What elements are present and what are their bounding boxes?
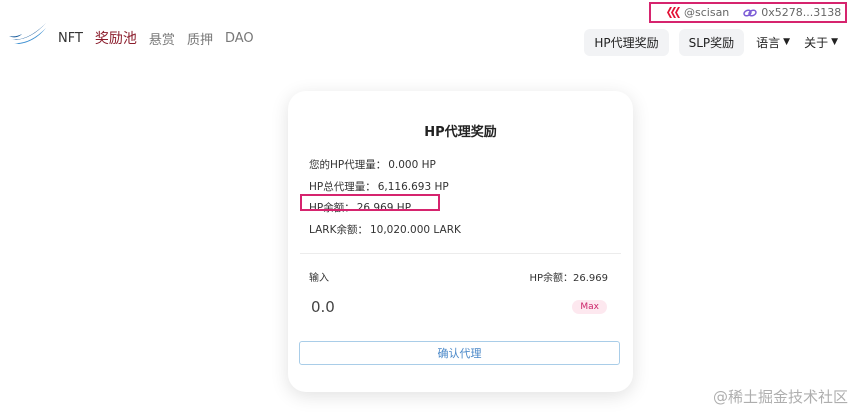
max-button[interactable]: Max (572, 300, 607, 314)
stat-lark-balance: LARK余额： 10,020.000 LARK (309, 222, 461, 237)
nav-right: HP代理奖励 SLP奖励 语言 ▼ 关于 ▼ (584, 29, 840, 56)
stat-value: 0.000 HP (388, 159, 436, 171)
card-title: HP代理奖励 (424, 125, 497, 140)
divider (300, 253, 621, 254)
hp-reward-button[interactable]: HP代理奖励 (584, 29, 669, 56)
hp-delegation-card: HP代理奖励 您的HP代理量： 0.000 HP HP总代理量： 6,116.693… (288, 91, 633, 392)
stat-total-delegation: HP总代理量： 6,116.693 HP (309, 179, 449, 194)
hive-icon (667, 7, 680, 18)
confirm-delegation-button[interactable]: 确认代理 (299, 341, 620, 365)
nav-item-staking[interactable]: 质押 (187, 29, 213, 48)
hp-balance-highlight (300, 194, 440, 211)
nav-item-dao[interactable]: DAO (225, 31, 254, 46)
about-label: 关于 (804, 36, 829, 50)
about-dropdown[interactable]: 关于 ▼ (802, 34, 840, 51)
caret-down-icon: ▼ (783, 37, 791, 47)
language-dropdown[interactable]: 语言 ▼ (754, 34, 792, 51)
logo-icon[interactable] (8, 22, 48, 48)
watermark: @稀土掘金技术社区 (712, 388, 848, 406)
stat-my-delegation: 您的HP代理量： 0.000 HP (309, 157, 436, 172)
stat-label: HP总代理量： (309, 181, 376, 193)
chain-link-icon (743, 8, 757, 18)
stat-value: 6,116.693 HP (377, 181, 449, 193)
input-label: 输入 (309, 273, 329, 284)
slp-reward-button[interactable]: SLP奖励 (678, 29, 745, 56)
amount-input[interactable] (309, 297, 563, 317)
language-label: 语言 (756, 36, 781, 50)
main-nav: NFT 奖励池 悬赏 质押 DAO (58, 28, 254, 48)
nav-item-nft[interactable]: NFT (58, 31, 83, 46)
stat-value: 10,020.000 LARK (369, 224, 461, 236)
caret-down-icon: ▼ (831, 37, 838, 47)
nav-item-reward-pool[interactable]: 奖励池 (95, 28, 137, 48)
available-balance: HP余额：26.969 (529, 273, 608, 284)
nav-item-bounty[interactable]: 悬赏 (149, 29, 175, 48)
stat-label: 您的HP代理量： (309, 159, 387, 171)
header: NFT 奖励池 悬赏 质押 DAO HP代理奖励 SLP奖励 语言 ▼ 关于 ▼ (0, 18, 856, 60)
stat-label: LARK余额： (309, 224, 368, 236)
